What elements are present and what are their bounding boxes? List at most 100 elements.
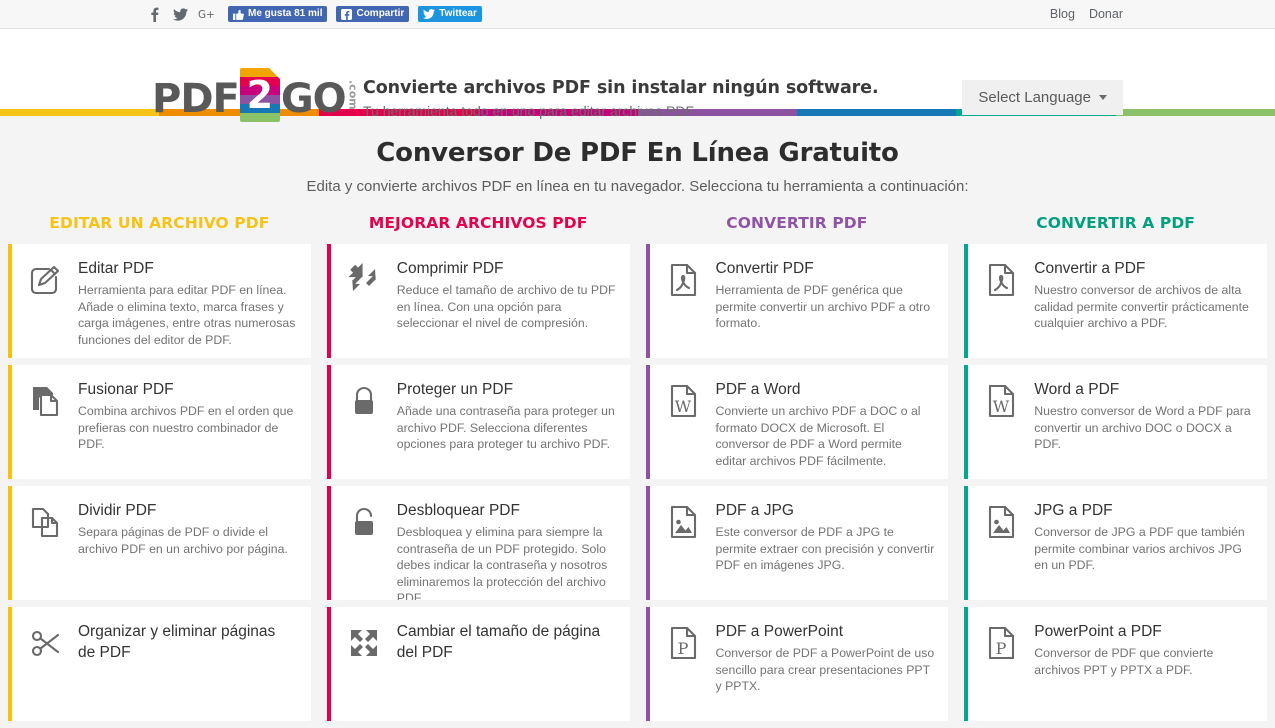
nav-link-blog[interactable]: Blog xyxy=(1050,7,1075,21)
word-file-icon: W xyxy=(662,381,704,423)
tool-card[interactable]: W Word a PDF Nuestro conversor de Word a P… xyxy=(964,365,1267,479)
tool-card[interactable]: Proteger un PDF Añade una contraseña para… xyxy=(326,365,630,479)
tool-card-description: Separa páginas de PDF o divide el archiv… xyxy=(78,525,288,556)
tool-card[interactable]: JPG a PDF Conversor de JPG a PDF que tamb… xyxy=(964,486,1267,600)
tool-card-title: Cambiar el tamaño de página del PDF xyxy=(396,623,601,661)
tool-card-description: Añade una contraseña para proteger un ar… xyxy=(396,404,615,451)
tools-column-4: CONVERTIR A PDF Convertir a PDF Nuestro co… xyxy=(964,214,1267,728)
googleplus-icon[interactable]: G+ xyxy=(198,6,215,23)
tool-card-body: PDF a JPG Este conversor de PDF a JPG te … xyxy=(716,500,935,600)
pdf-file-icon xyxy=(980,260,1022,302)
tools-column-3: CONVERTIR PDF Convertir PDF Herramienta de… xyxy=(645,214,949,728)
logo-color-block: 2 xyxy=(239,68,280,122)
facebook-share-label: Compartir xyxy=(356,8,405,19)
tool-card[interactable]: P PowerPoint a PDF Conversor de PDF que co… xyxy=(964,607,1267,721)
tool-card-description: Nuestro conversor de archivos de alta ca… xyxy=(1034,283,1249,330)
twitter-tweet-label: Twittear xyxy=(439,8,477,19)
tool-card-title: PowerPoint a PDF xyxy=(1034,623,1162,640)
tool-card-body: Convertir a PDF Nuestro conversor de arch… xyxy=(1034,258,1253,358)
twitter-icon[interactable] xyxy=(172,6,189,23)
tool-card[interactable]: Dividir PDF Separa páginas de PDF o divid… xyxy=(8,486,311,600)
tool-card-title: Dividir PDF xyxy=(78,502,157,519)
site-header: PDF 2 GO .com Convierte archivos PDF sin… xyxy=(0,29,1275,122)
logo-text-pdf: PDF xyxy=(152,76,240,122)
tagline-subtitle: Tu herramienta todo en uno para editar a… xyxy=(363,103,697,119)
column-heading: CONVERTIR PDF xyxy=(726,214,868,232)
tool-card-body: Desbloquear PDF Desbloquea y elimina para… xyxy=(397,500,616,600)
pdf-file-icon xyxy=(662,260,704,302)
tool-card-description: Herramienta de PDF genérica que permite … xyxy=(715,283,931,330)
facebook-icon[interactable] xyxy=(146,6,163,23)
tool-card[interactable]: Convertir a PDF Nuestro conversor de arch… xyxy=(964,244,1267,358)
split-documents-icon xyxy=(24,502,66,544)
facebook-like-label: Me gusta 81 mil xyxy=(248,8,323,19)
tool-card-title: Word a PDF xyxy=(1034,381,1120,398)
tool-card[interactable]: P PDF a PowerPoint Conversor de PDF a Powe… xyxy=(645,607,949,721)
header-tagline: Convierte archivos PDF sin instalar ning… xyxy=(363,77,923,120)
tool-card[interactable]: PDF a JPG Este conversor de PDF a JPG te … xyxy=(645,486,949,600)
tool-card-description: Convierte un archivo PDF a DOC o al form… xyxy=(715,404,921,468)
tool-card-description: Herramienta para editar PDF en línea. Añ… xyxy=(78,283,296,347)
tool-card[interactable]: Desbloquear PDF Desbloquea y elimina para… xyxy=(326,486,630,600)
tools-column-1: EDITAR UN ARCHIVO PDF Editar PDF Herramien… xyxy=(8,214,311,728)
word-file-icon: W xyxy=(980,381,1022,423)
nav-link-donate[interactable]: Donar xyxy=(1089,7,1123,21)
tool-card-title: Desbloquear PDF xyxy=(396,502,520,519)
twitter-tweet-button[interactable]: Twittear xyxy=(418,6,482,22)
logo-number-two: 2 xyxy=(246,73,274,117)
language-selector[interactable]: Select Language xyxy=(962,80,1123,115)
tool-card[interactable]: Comprimir PDF Reduce el tamaño de archivo… xyxy=(326,244,630,358)
svg-text:W: W xyxy=(674,397,691,416)
tool-card-description: Este conversor de PDF a JPG te permite e… xyxy=(715,525,935,572)
image-file-icon xyxy=(662,502,704,544)
svg-text:G+: G+ xyxy=(198,9,215,20)
tool-card-body: Dividir PDF Separa páginas de PDF o divid… xyxy=(78,500,297,600)
tool-card-body: Organizar y eliminar páginas de PDF xyxy=(78,621,297,721)
svg-text:P: P xyxy=(996,639,1007,658)
tool-card-body: Cambiar el tamaño de página del PDF xyxy=(397,621,616,721)
tagline-title: Convierte archivos PDF sin instalar ning… xyxy=(363,78,879,98)
top-utility-bar: G+ Me gusta 81 mil Compartir Twittear Bl… xyxy=(0,0,1275,29)
tool-card[interactable]: Cambiar el tamaño de página del PDF xyxy=(326,607,630,721)
column-heading: CONVERTIR A PDF xyxy=(1036,214,1195,232)
svg-text:P: P xyxy=(677,639,688,658)
top-nav-links: Blog Donar xyxy=(1050,0,1123,28)
powerpoint-file-icon: P xyxy=(662,623,704,665)
tool-card-description: Nuestro conversor de Word a PDF para con… xyxy=(1034,404,1251,451)
image-file-icon xyxy=(980,502,1022,544)
tool-card-description: Conversor de PDF que convierte archivos … xyxy=(1034,646,1214,677)
chevron-down-icon xyxy=(1099,95,1107,100)
rainbow-segment-0 xyxy=(0,109,160,116)
language-selector-label: Select Language xyxy=(978,89,1091,106)
column-heading: EDITAR UN ARCHIVO PDF xyxy=(49,214,270,232)
tool-card-description: Reduce el tamaño de archivo de tu PDF en… xyxy=(396,283,616,330)
tool-card[interactable]: Editar PDF Herramienta para editar PDF en… xyxy=(8,244,311,358)
site-logo[interactable]: PDF 2 GO .com xyxy=(152,68,360,122)
tools-grid: EDITAR UN ARCHIVO PDF Editar PDF Herramien… xyxy=(0,214,1275,728)
tool-card-body: PowerPoint a PDF Conversor de PDF que con… xyxy=(1034,621,1253,721)
facebook-like-button[interactable]: Me gusta 81 mil xyxy=(228,6,328,22)
facebook-share-button[interactable]: Compartir xyxy=(336,6,410,22)
tool-card-title: JPG a PDF xyxy=(1034,502,1113,519)
logo-text-go: GO xyxy=(280,76,347,122)
tool-card-title: PDF a JPG xyxy=(715,502,794,519)
tool-card-title: PDF a Word xyxy=(715,381,801,398)
tool-card-description: Desbloquea y elimina para siempre la con… xyxy=(396,525,608,600)
tool-card-title: Convertir a PDF xyxy=(1034,260,1146,277)
main-content: Conversor De PDF En Línea Gratuito Edita… xyxy=(0,116,1275,728)
social-share-group: G+ Me gusta 81 mil Compartir Twittear xyxy=(146,0,482,28)
tool-card-title: Comprimir PDF xyxy=(396,260,504,277)
lock-closed-icon xyxy=(343,381,385,423)
tool-card[interactable]: W PDF a Word Convierte un archivo PDF a DO… xyxy=(645,365,949,479)
tool-card[interactable]: Fusionar PDF Combina archivos PDF en el o… xyxy=(8,365,311,479)
tool-card-title: Organizar y eliminar páginas de PDF xyxy=(78,623,276,661)
rainbow-segment-7 xyxy=(1115,109,1275,116)
tool-card-title: PDF a PowerPoint xyxy=(715,623,844,640)
tool-card[interactable]: Organizar y eliminar páginas de PDF xyxy=(8,607,311,721)
tool-card[interactable]: Convertir PDF Herramienta de PDF genérica… xyxy=(645,244,949,358)
lock-open-icon xyxy=(343,502,385,544)
tool-card-body: Fusionar PDF Combina archivos PDF en el o… xyxy=(78,379,297,479)
tool-card-body: Comprimir PDF Reduce el tamaño de archivo… xyxy=(397,258,616,358)
tool-card-title: Proteger un PDF xyxy=(396,381,514,398)
tool-card-title: Editar PDF xyxy=(78,260,154,277)
